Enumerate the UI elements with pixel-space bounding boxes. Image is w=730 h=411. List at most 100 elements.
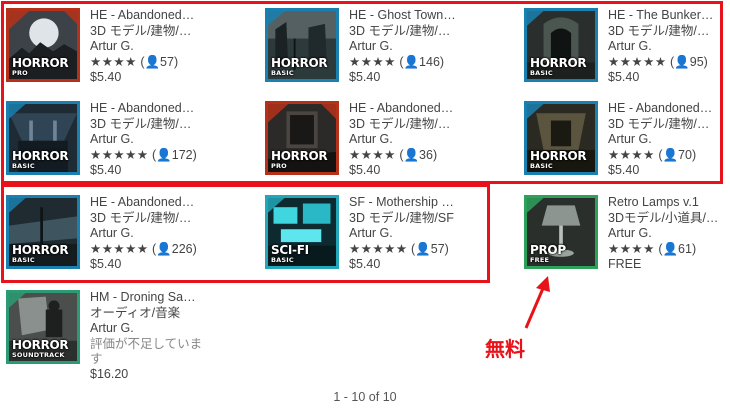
product-rating: ★★★★★ (👤57): [349, 242, 464, 258]
pagination-info: 1 - 10 of 10: [333, 390, 397, 404]
product-badge: HORROR PRO: [12, 55, 69, 77]
product-thumbnail[interactable]: HORROR SOUNDTRACK: [6, 290, 80, 364]
product-thumbnail[interactable]: PROP FREE: [524, 195, 598, 269]
product-category[interactable]: 3D モデル/建物/…: [90, 117, 205, 133]
product-card[interactable]: HORROR BASIC HE - The Bunker… 3D モデル/建物/…: [524, 8, 730, 92]
product-author[interactable]: Artur G.: [349, 39, 464, 55]
product-thumbnail[interactable]: SCI-FI BASIC: [265, 195, 339, 269]
review-count: (👤70): [658, 147, 697, 162]
product-card[interactable]: HORROR PRO HE - Abandoned… 3D モデル/建物/… A…: [265, 101, 505, 185]
product-badge: SCI-FI BASIC: [271, 242, 309, 264]
product-badge: HORROR PRO: [271, 148, 328, 170]
product-price: FREE: [608, 257, 642, 271]
review-count: (👤36): [399, 147, 438, 162]
product-price: $5.40: [90, 163, 122, 177]
product-card[interactable]: HORROR BASIC HE - Abandoned… 3D モデル/建物/……: [6, 101, 246, 185]
product-rating: ★★★★★ (👤172): [90, 148, 205, 164]
product-price: $5.40: [608, 163, 640, 177]
product-card[interactable]: HORROR SOUNDTRACK HM - Droning Sa… オーディオ…: [6, 290, 246, 385]
product-title[interactable]: HE - Abandoned…: [608, 101, 723, 117]
product-price: $5.40: [349, 163, 381, 177]
rating-stars: ★★★★★: [349, 241, 408, 256]
product-author[interactable]: Artur G.: [608, 226, 723, 242]
product-card[interactable]: HORROR BASIC HE - Ghost Town… 3D モデル/建物/…: [265, 8, 505, 92]
review-count: (👤57): [140, 54, 179, 69]
product-author[interactable]: Artur G.: [90, 321, 205, 337]
product-price: $5.40: [349, 257, 381, 271]
product-title[interactable]: HE - Abandoned…: [90, 101, 205, 117]
product-card[interactable]: HORROR BASIC HE - Abandoned… 3D モデル/建物/……: [6, 195, 246, 279]
rating-stars: ★★★★★: [90, 241, 149, 256]
product-title[interactable]: HE - Abandoned…: [349, 101, 464, 117]
product-price: $5.40: [349, 70, 381, 84]
product-thumbnail[interactable]: HORROR BASIC: [6, 101, 80, 175]
product-rating: ★★★★ (👤70): [608, 148, 723, 164]
product-title[interactable]: HE - Abandoned…: [90, 195, 205, 211]
product-badge: HORROR BASIC: [12, 242, 69, 264]
rating-stars: ★★★★★: [608, 54, 667, 69]
review-count: (👤57): [411, 241, 449, 256]
product-badge: HORROR BASIC: [530, 148, 587, 170]
product-rating: ★★★★ (👤61): [608, 242, 723, 258]
product-price: $5.40: [90, 257, 122, 271]
product-price: $5.40: [608, 70, 640, 84]
product-thumbnail[interactable]: HORROR PRO: [265, 101, 339, 175]
rating-stars: ★★★★: [349, 147, 396, 162]
rating-stars: ★★★★: [90, 54, 137, 69]
product-thumbnail[interactable]: HORROR BASIC: [524, 8, 598, 82]
product-rating: ★★★★ (👤36): [349, 148, 464, 164]
product-rating: ★★★★★ (👤95): [608, 55, 723, 71]
rating-stars: ★★★★★: [90, 147, 149, 162]
rating-stars: ★★★★: [608, 147, 655, 162]
product-card[interactable]: PROP FREE Retro Lamps v.1 3Dモデル/小道具/… Ar…: [524, 195, 730, 279]
product-thumbnail[interactable]: HORROR BASIC: [265, 8, 339, 82]
product-author[interactable]: Artur G.: [608, 39, 723, 55]
product-author[interactable]: Artur G.: [90, 39, 205, 55]
product-card[interactable]: HORROR BASIC HE - Abandoned… 3D モデル/建物/……: [524, 101, 730, 185]
product-rating: ★★★★ (👤57): [90, 55, 205, 71]
product-thumbnail[interactable]: HORROR BASIC: [6, 195, 80, 269]
product-category[interactable]: 3D モデル/建物/…: [608, 24, 723, 40]
free-annotation-label: 無料: [485, 337, 525, 361]
product-category[interactable]: 3D モデル/建物/SF: [349, 211, 464, 227]
product-badge: PROP FREE: [530, 242, 566, 264]
product-price: $5.40: [90, 70, 122, 84]
product-badge: HORROR SOUNDTRACK: [12, 337, 69, 359]
arrow-icon: [524, 276, 550, 329]
review-count: (👤172): [152, 147, 197, 162]
product-author[interactable]: Artur G.: [90, 226, 205, 242]
rating-stars: ★★★★: [349, 54, 396, 69]
product-badge: HORROR BASIC: [530, 55, 587, 77]
product-title[interactable]: Retro Lamps v.1: [608, 195, 723, 211]
product-price: $16.20: [90, 366, 129, 381]
review-count: (👤61): [658, 241, 697, 256]
product-thumbnail[interactable]: HORROR BASIC: [524, 101, 598, 175]
product-category[interactable]: 3Dモデル/小道具/…: [608, 211, 723, 227]
product-card[interactable]: HORROR PRO HE - Abandoned… 3D モデル/建物/… A…: [6, 8, 246, 92]
product-title[interactable]: HE - Abandoned…: [90, 8, 205, 24]
product-badge: HORROR BASIC: [12, 148, 69, 170]
product-title[interactable]: SF - Mothership …: [349, 195, 464, 211]
review-count: (👤95): [670, 54, 708, 69]
no-rating-text: 評価が不足しています: [90, 336, 203, 366]
product-author[interactable]: Artur G.: [349, 132, 464, 148]
product-badge: HORROR BASIC: [271, 55, 328, 77]
product-category[interactable]: 3D モデル/建物/…: [608, 117, 723, 133]
product-card[interactable]: SCI-FI BASIC SF - Mothership … 3D モデル/建物…: [265, 195, 505, 279]
product-title[interactable]: HM - Droning Sa…: [90, 290, 205, 306]
review-count: (👤146): [399, 54, 445, 69]
product-author[interactable]: Artur G.: [349, 226, 464, 242]
product-thumbnail[interactable]: HORROR PRO: [6, 8, 80, 82]
rating-stars: ★★★★: [608, 241, 655, 256]
product-category[interactable]: 3D モデル/建物/…: [349, 24, 464, 40]
product-category[interactable]: 3D モデル/建物/…: [349, 117, 464, 133]
product-rating: ★★★★ (👤146): [349, 55, 464, 71]
product-category[interactable]: オーディオ/音楽: [90, 306, 205, 322]
review-count: (👤226): [152, 241, 197, 256]
product-title[interactable]: HE - The Bunker…: [608, 8, 723, 24]
product-category[interactable]: 3D モデル/建物/…: [90, 211, 205, 227]
product-author[interactable]: Artur G.: [90, 132, 205, 148]
product-title[interactable]: HE - Ghost Town…: [349, 8, 464, 24]
product-category[interactable]: 3D モデル/建物/…: [90, 24, 205, 40]
product-author[interactable]: Artur G.: [608, 132, 723, 148]
